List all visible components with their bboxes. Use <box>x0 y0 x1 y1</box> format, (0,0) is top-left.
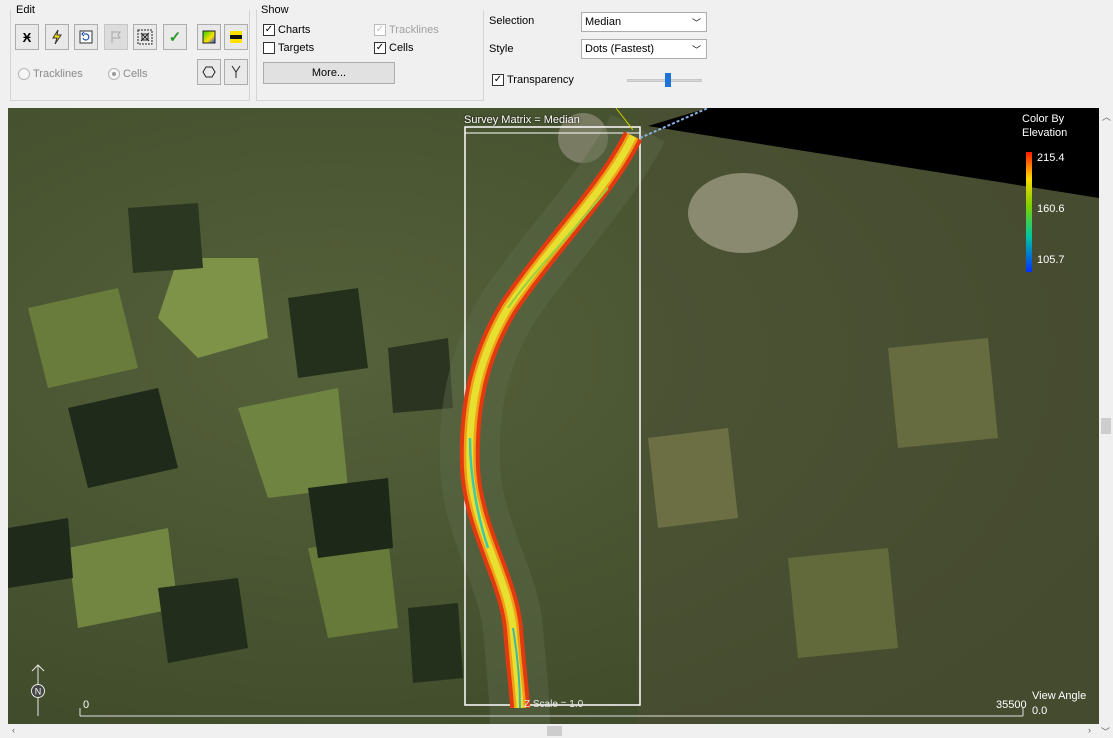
flag-icon <box>111 31 121 43</box>
transparency-slider-thumb[interactable] <box>665 73 672 87</box>
scroll-right-icon[interactable]: › <box>1088 725 1091 735</box>
delete-button[interactable]: Ӿ <box>15 24 39 50</box>
legend-title-line2: Elevation <box>1022 127 1068 139</box>
transparency-checkbox[interactable]: ✓ Transparency <box>492 74 574 86</box>
elevation-legend: Color By Elevation 215.4 160.6 105.7 <box>1022 112 1082 274</box>
toolbar: Edit Ӿ ✓ Tracklines Cells Show ✓ Charts … <box>0 0 1113 107</box>
horizontal-scroll-thumb[interactable] <box>547 726 562 736</box>
transparency-check-indicator: ✓ <box>492 74 504 86</box>
radio-cells-indicator <box>108 68 120 80</box>
charts-label: Charts <box>278 24 311 36</box>
select-region-icon <box>137 29 153 45</box>
charts-checkbox[interactable]: ✓ Charts <box>263 24 310 36</box>
view-title: Survey Matrix = Median <box>464 114 580 126</box>
horizontal-scrollbar[interactable]: ‹ › ﹀ <box>0 724 1113 737</box>
transparency-label: Transparency <box>507 74 574 86</box>
fork-icon <box>231 65 241 78</box>
satellite-map <box>8 108 1099 724</box>
polygon-button[interactable] <box>197 59 221 85</box>
targets-check-indicator <box>263 42 275 54</box>
radio-cells-label: Cells <box>123 68 148 80</box>
selection-label: Selection <box>489 15 535 27</box>
legend-min: 105.7 <box>1037 254 1065 266</box>
check-icon: ✓ <box>168 29 182 46</box>
style-value: Dots (Fastest) <box>585 43 655 55</box>
accept-button[interactable]: ✓ <box>163 24 187 50</box>
view-angle-value: 0.0 <box>1032 705 1048 717</box>
flag-button[interactable] <box>104 24 128 50</box>
vertical-scrollbar[interactable]: ︿ <box>1099 108 1113 724</box>
radio-tracklines-indicator <box>18 68 30 80</box>
cells-label: Cells <box>389 42 414 54</box>
charts-check-indicator: ✓ <box>263 24 275 36</box>
cells-checkbox[interactable]: ✓ Cells <box>374 42 413 54</box>
north-arrow: N <box>28 663 48 718</box>
map-viewport[interactable]: Survey Matrix = Median Z Scale = 1.0 0 3… <box>8 108 1099 724</box>
cells-check-indicator: ✓ <box>374 42 386 54</box>
radio-cells[interactable]: Cells <box>108 68 147 80</box>
scale-start-label: 0 <box>83 699 90 711</box>
chevron-down-icon: ﹀ <box>691 45 701 55</box>
lightning-icon <box>52 29 62 45</box>
scale-end-label: 35500 <box>996 699 1027 711</box>
tracklines-check-indicator: ✓ <box>374 24 386 36</box>
selection-dropdown[interactable]: Median ﹀ <box>581 12 707 32</box>
color-map-icon <box>202 30 216 44</box>
selection-value: Median <box>585 16 622 28</box>
chevron-down-icon: ﹀ <box>691 18 701 28</box>
undo-icon <box>79 30 93 44</box>
legend-max: 215.4 <box>1037 152 1065 164</box>
tracklines-checkbox[interactable]: ✓ Tracklines <box>374 24 439 36</box>
legend-mid: 160.6 <box>1037 203 1065 215</box>
fork-button[interactable] <box>224 59 248 85</box>
z-scale-label: Z Scale = 1.0 <box>524 699 584 710</box>
view-angle-label: View Angle <box>1032 690 1087 702</box>
north-arrow-icon: N <box>31 664 45 716</box>
scroll-left-icon[interactable]: ‹ <box>12 725 15 735</box>
legend-color-bar <box>1026 152 1032 272</box>
select-region-button[interactable] <box>133 24 157 50</box>
tracklines-label: Tracklines <box>389 24 439 36</box>
style-label: Style <box>489 43 514 55</box>
scroll-down-icon[interactable]: ﹀ <box>1101 725 1110 738</box>
radio-tracklines-label: Tracklines <box>33 68 83 80</box>
polygon-icon <box>202 66 216 78</box>
edit-group-title: Edit <box>16 4 35 16</box>
color-map-button[interactable] <box>197 24 221 50</box>
more-button[interactable]: More... <box>263 62 395 84</box>
north-label: N <box>35 687 42 697</box>
legend-title-line1: Color By <box>1022 113 1065 125</box>
targets-checkbox[interactable]: Targets <box>263 42 314 54</box>
radio-tracklines[interactable]: Tracklines <box>18 68 83 80</box>
flash-button[interactable] <box>45 24 69 50</box>
show-group-title: Show <box>261 4 289 16</box>
targets-label: Targets <box>278 42 315 54</box>
x-icon: Ӿ <box>22 29 32 45</box>
scroll-up-icon[interactable]: ︿ <box>1102 110 1111 123</box>
band-button[interactable] <box>224 24 248 50</box>
undo-button[interactable] <box>74 24 98 50</box>
band-icon <box>230 31 242 43</box>
vertical-scroll-thumb[interactable] <box>1101 418 1111 434</box>
style-dropdown[interactable]: Dots (Fastest) ﹀ <box>581 39 707 59</box>
